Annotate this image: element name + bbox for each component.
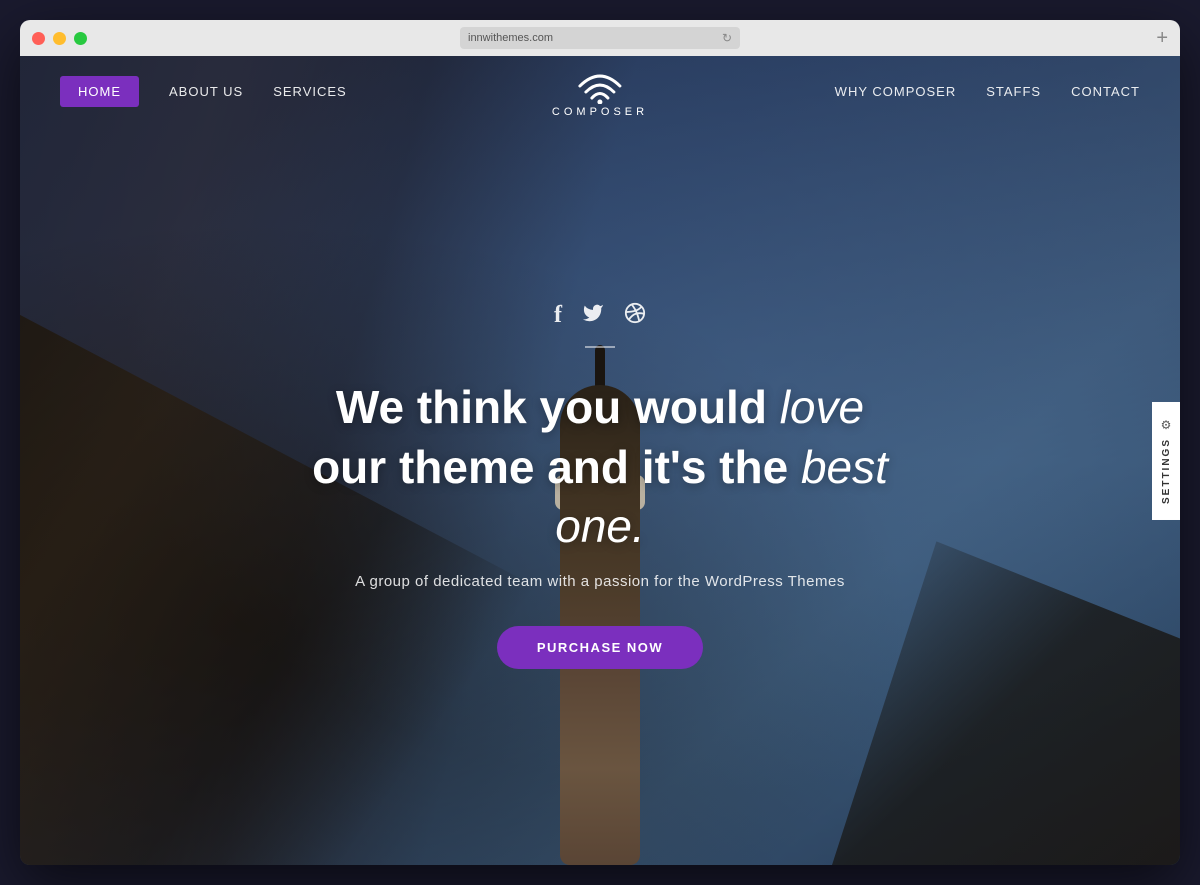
url-text: innwithemes.com <box>468 32 553 44</box>
logo[interactable]: COMPOSER <box>552 64 648 118</box>
purchase-now-button[interactable]: PURCHASE NOW <box>497 626 703 669</box>
logo-icon <box>575 64 625 104</box>
nav-item-why-composer[interactable]: WHY COMPOSER <box>835 84 957 99</box>
address-bar[interactable]: innwithemes.com ↻ <box>460 27 740 49</box>
headline-part2: our theme and it's the <box>312 441 801 493</box>
nav-item-about[interactable]: ABOUT US <box>169 84 243 99</box>
hero-headline: We think you would love our theme and it… <box>312 378 888 557</box>
mac-window: innwithemes.com ↻ + HOME ABOUT US SERVIC… <box>20 20 1180 865</box>
nav-right: WHY COMPOSER STAFFS CONTACT <box>835 84 1140 99</box>
settings-label: SETTINGS <box>1161 437 1172 503</box>
social-divider <box>585 346 615 348</box>
logo-text: COMPOSER <box>552 106 648 118</box>
nav-left: HOME ABOUT US SERVICES <box>60 76 347 107</box>
hero-content: f We think you would love our theme and … <box>20 106 1180 865</box>
headline-part3: one. <box>555 500 645 552</box>
headline-italic1: love <box>780 381 864 433</box>
close-dot[interactable] <box>32 32 45 45</box>
social-icons: f <box>554 302 646 330</box>
headline-part1: We think you would <box>336 381 780 433</box>
nav-item-staffs[interactable]: STAFFS <box>986 84 1041 99</box>
nav-item-contact[interactable]: CONTACT <box>1071 84 1140 99</box>
hero-subtitle: A group of dedicated team with a passion… <box>355 573 845 590</box>
nav-item-services[interactable]: SERVICES <box>273 84 347 99</box>
hero-section: HOME ABOUT US SERVICES COMPOSER WHY <box>20 56 1180 865</box>
browser-content: HOME ABOUT US SERVICES COMPOSER WHY <box>20 56 1180 865</box>
add-tab-button[interactable]: + <box>1156 28 1168 48</box>
gear-icon: ⚙ <box>1161 417 1172 431</box>
nav-item-home[interactable]: HOME <box>60 76 139 107</box>
title-bar: innwithemes.com ↻ + <box>20 20 1180 56</box>
settings-tab[interactable]: ⚙ SETTINGS <box>1152 401 1180 519</box>
navbar: HOME ABOUT US SERVICES COMPOSER WHY <box>20 56 1180 126</box>
twitter-icon[interactable] <box>582 302 604 330</box>
refresh-icon[interactable]: ↻ <box>722 31 732 45</box>
dribbble-icon[interactable] <box>624 302 646 330</box>
headline-italic2: best <box>801 441 888 493</box>
maximize-dot[interactable] <box>74 32 87 45</box>
facebook-icon[interactable]: f <box>554 302 562 330</box>
minimize-dot[interactable] <box>53 32 66 45</box>
